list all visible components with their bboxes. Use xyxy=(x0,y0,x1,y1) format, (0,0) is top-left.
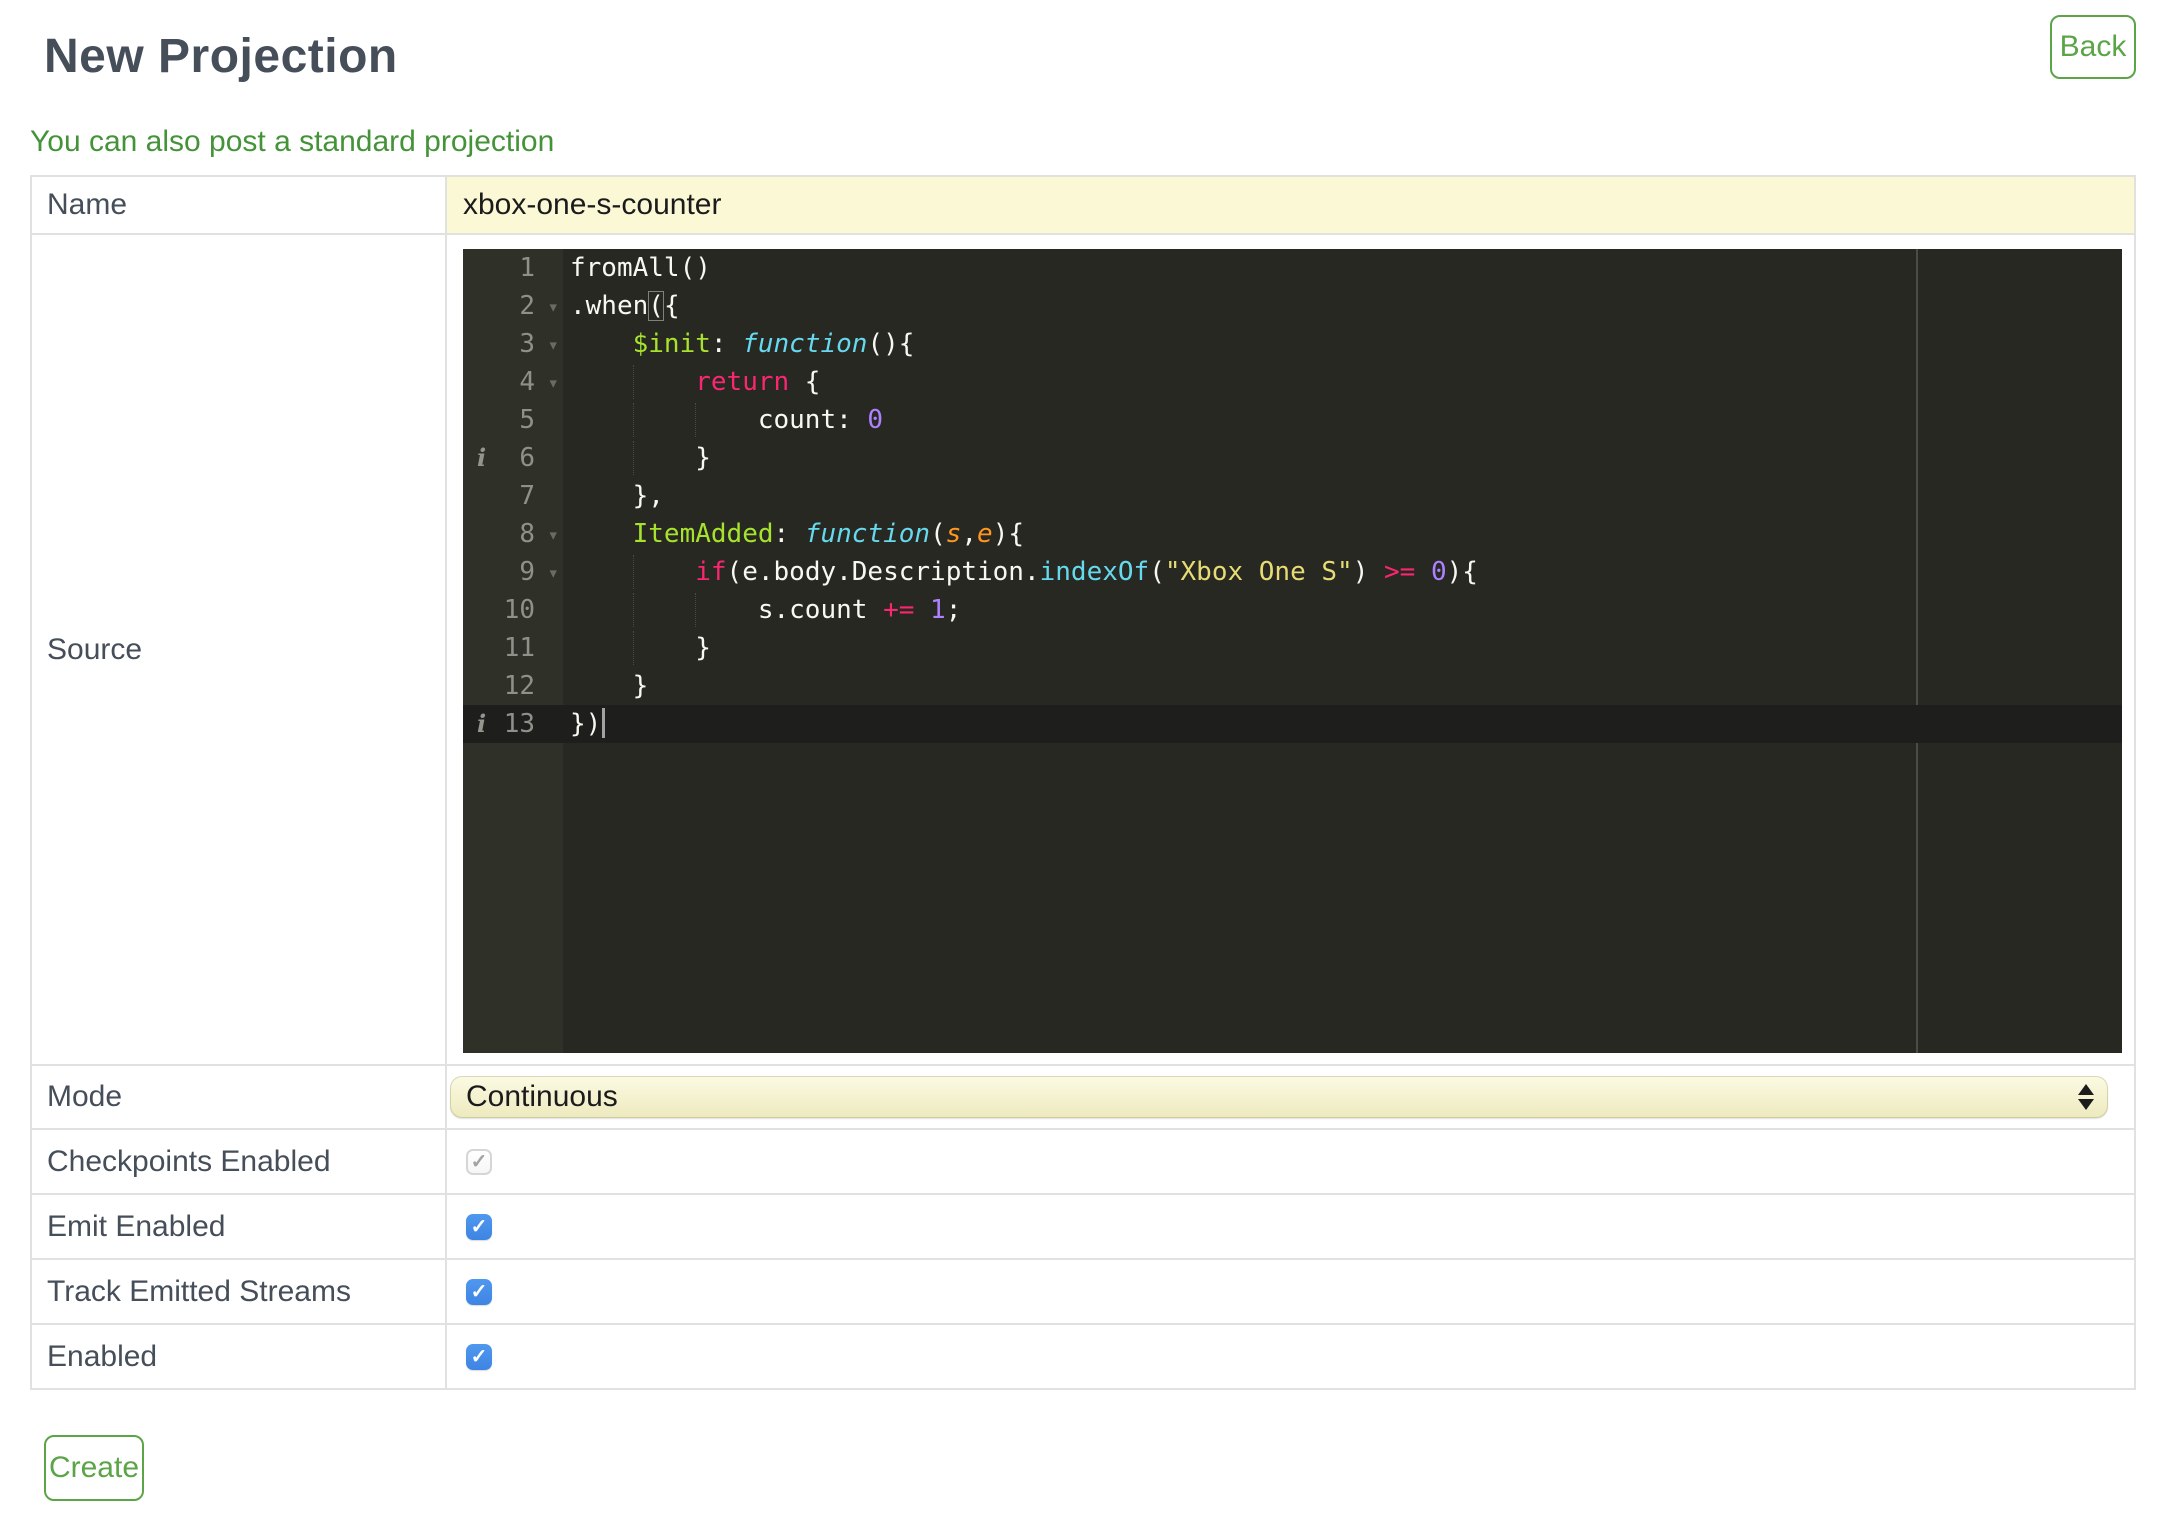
checkpoints-enabled-label: Checkpoints Enabled xyxy=(30,1128,447,1195)
mode-select-value: Continuous xyxy=(466,1080,618,1113)
code-line[interactable]: 8 ▾ ItemAdded: function(s,e){ xyxy=(463,515,2122,553)
indent-guide xyxy=(632,631,634,665)
code-line[interactable]: 11 } xyxy=(463,629,2122,667)
new-projection-page: New Projection Back You can also post a … xyxy=(0,0,2166,1501)
create-button[interactable]: Create xyxy=(44,1435,144,1501)
table-row: Track Emitted Streams ✓ xyxy=(30,1258,2136,1325)
code-line[interactable]: 10 s.count += 1; xyxy=(463,591,2122,629)
table-row: Emit Enabled ✓ xyxy=(30,1193,2136,1260)
fold-icon[interactable]: ▾ xyxy=(548,364,559,402)
line-number: 13 xyxy=(503,709,535,739)
mode-label: Mode xyxy=(30,1064,447,1130)
gutter-cell: 4 ▾ xyxy=(463,363,563,401)
gutter-cell: i6 xyxy=(463,439,563,477)
line-number: 10 xyxy=(503,595,535,625)
fold-icon[interactable]: ▾ xyxy=(548,554,559,592)
mode-cell: Continuous xyxy=(445,1064,2136,1130)
name-label: Name xyxy=(30,175,447,235)
emit-enabled-label: Emit Enabled xyxy=(30,1193,447,1260)
enabled-cell: ✓ xyxy=(445,1323,2136,1390)
fold-icon[interactable]: ▾ xyxy=(548,326,559,364)
source-cell: 1 fromAll() 2 ▾ .when({3 ▾ $init: function(){… xyxy=(445,233,2136,1066)
table-row: Mode Continuous xyxy=(30,1064,2136,1130)
emit-enabled-checkbox[interactable]: ✓ xyxy=(466,1213,492,1240)
code-line[interactable]: i 13}) xyxy=(463,705,2122,743)
indent-guide xyxy=(695,403,697,437)
arrow-up-icon xyxy=(2078,1084,2094,1095)
line-number: 6 xyxy=(519,443,535,473)
line-number: 4 xyxy=(519,367,535,397)
gutter-cell: 12 xyxy=(463,667,563,705)
enabled-label: Enabled xyxy=(30,1323,447,1390)
text-cursor xyxy=(602,707,606,738)
indent-guide xyxy=(695,593,697,627)
code-line[interactable]: 9 ▾ if(e.body.Description.indexOf("Xbox O… xyxy=(463,553,2122,591)
select-stepper-icon xyxy=(2078,1084,2094,1110)
line-number: 2 xyxy=(519,291,535,321)
line-number: 1 xyxy=(519,253,535,283)
line-number: 12 xyxy=(503,671,535,701)
indent-guide xyxy=(632,403,634,437)
name-input[interactable] xyxy=(447,178,2134,232)
table-row: Enabled ✓ xyxy=(30,1323,2136,1390)
track-emitted-streams-checkbox[interactable]: ✓ xyxy=(466,1278,492,1305)
emit-enabled-cell: ✓ xyxy=(445,1193,2136,1260)
line-number: 8 xyxy=(519,519,535,549)
back-button[interactable]: Back xyxy=(2050,15,2136,79)
indent-guide xyxy=(632,441,634,475)
code-line[interactable]: 5 count: 0 xyxy=(463,401,2122,439)
source-label: Source xyxy=(30,233,447,1066)
gutter-cell: 2 ▾ xyxy=(463,287,563,325)
line-number: 7 xyxy=(519,481,535,511)
gutter-cell: 8 ▾ xyxy=(463,515,563,553)
gutter-cell: i 13 xyxy=(463,705,563,743)
gutter-cell: 5 xyxy=(463,401,563,439)
line-number: 9 xyxy=(519,557,535,587)
name-cell xyxy=(445,175,2136,235)
line-number: 5 xyxy=(519,405,535,435)
code-line[interactable]: 2 ▾ .when({ xyxy=(463,287,2122,325)
enabled-checkbox[interactable]: ✓ xyxy=(466,1343,492,1370)
gutter-cell: 3 ▾ xyxy=(463,325,563,363)
track-emitted-streams-label: Track Emitted Streams xyxy=(30,1258,447,1325)
table-row: Name xyxy=(30,175,2136,235)
line-number: 11 xyxy=(503,633,535,663)
line-number: 3 xyxy=(519,329,535,359)
indent-guide xyxy=(632,593,634,627)
table-row: Source 1 fromAll() 2 ▾ .when({3 ▾ $init: func… xyxy=(30,233,2136,1066)
source-code-editor[interactable]: 1 fromAll() 2 ▾ .when({3 ▾ $init: function(){… xyxy=(463,249,2122,1053)
checkpoints-enabled-checkbox: ✓ xyxy=(466,1148,492,1175)
checkpoints-enabled-cell: ✓ xyxy=(445,1128,2136,1195)
code-line[interactable]: 7 }, xyxy=(463,477,2122,515)
editor-lines: 1 fromAll() 2 ▾ .when({3 ▾ $init: function(){… xyxy=(463,249,2122,743)
code-line[interactable]: 1 fromAll() xyxy=(463,249,2122,287)
gutter-cell: 7 xyxy=(463,477,563,515)
info-annotation-icon: i xyxy=(477,709,487,738)
fold-icon[interactable]: ▾ xyxy=(548,288,559,326)
arrow-down-icon xyxy=(2078,1099,2094,1110)
page-header: New Projection Back xyxy=(30,15,2136,107)
track-emitted-streams-cell: ✓ xyxy=(445,1258,2136,1325)
projection-form-table: Name Source 1fromAll()2▾.when({3▾ $init:… xyxy=(30,175,2136,1390)
code-line[interactable]: 3 ▾ $init: function(){ xyxy=(463,325,2122,363)
indent-guide xyxy=(632,555,634,589)
table-row: Checkpoints Enabled ✓ xyxy=(30,1128,2136,1195)
indent-guide xyxy=(632,365,634,399)
gutter-cell: 10 xyxy=(463,591,563,629)
standard-projection-link[interactable]: You can also post a standard projection xyxy=(30,125,554,159)
code-line[interactable]: 12 } xyxy=(463,667,2122,705)
code-line[interactable]: i6 } xyxy=(463,439,2122,477)
code-line[interactable]: 4 ▾ return { xyxy=(463,363,2122,401)
gutter-cell: 9 ▾ xyxy=(463,553,563,591)
info-annotation-icon: i xyxy=(477,443,487,472)
fold-icon[interactable]: ▾ xyxy=(548,516,559,554)
gutter-cell: 11 xyxy=(463,629,563,667)
gutter-cell: 1 xyxy=(463,249,563,287)
mode-select[interactable]: Continuous xyxy=(450,1076,2108,1118)
page-title: New Projection xyxy=(44,30,398,83)
